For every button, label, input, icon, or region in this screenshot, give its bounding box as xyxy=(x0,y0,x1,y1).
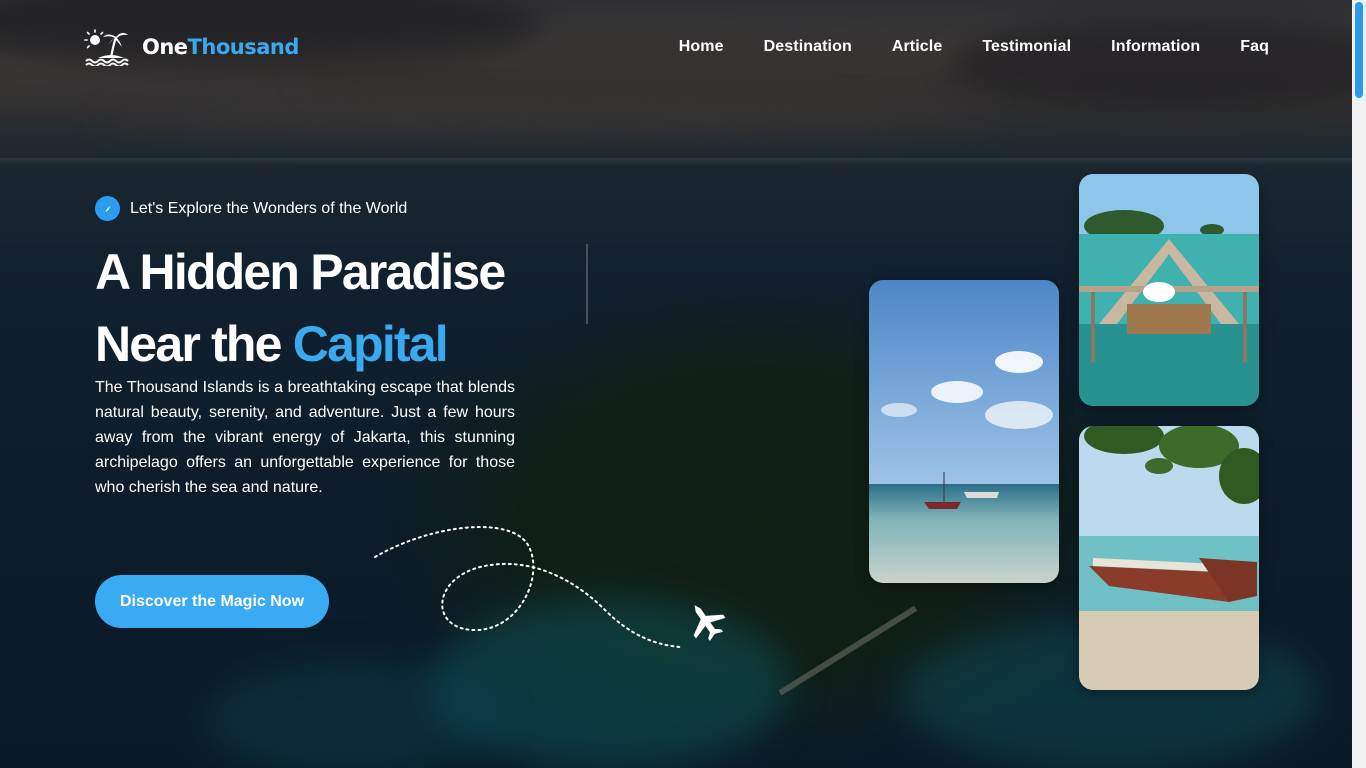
scrollbar[interactable] xyxy=(1352,0,1366,768)
airplane-icon xyxy=(693,605,726,641)
nav-faq[interactable]: Faq xyxy=(1240,38,1269,56)
nav-testimonial[interactable]: Testimonial xyxy=(982,38,1071,56)
nav-article[interactable]: Article xyxy=(892,38,943,56)
tagline-text: Let's Explore the Wonders of the World xyxy=(130,199,408,217)
compass-icon xyxy=(95,196,120,221)
brand-logo[interactable]: OneThousand xyxy=(84,28,299,68)
hero-title-highlight: Capital xyxy=(292,316,449,372)
island-pier-photo xyxy=(1079,174,1259,406)
hero-title-line2: Near the xyxy=(95,316,282,372)
beach-boats-photo xyxy=(869,280,1059,583)
island-palm-icon xyxy=(84,28,130,68)
hero-title-line1: A Hidden Paradise xyxy=(95,244,506,300)
moored-boats-photo xyxy=(1079,426,1259,690)
scrollbar-thumb[interactable] xyxy=(1355,2,1363,98)
nav-destination[interactable]: Destination xyxy=(764,38,852,56)
brand-name-part2: Thousand xyxy=(187,35,300,59)
hero-description: The Thousand Islands is a breathtaking e… xyxy=(95,379,515,496)
brand-name: OneThousand xyxy=(142,35,299,59)
top-navbar: OneThousand Home Destination Article Tes… xyxy=(84,24,1274,74)
hero-tagline: Let's Explore the Wonders of the World xyxy=(95,196,407,221)
brand-name-part1: One xyxy=(142,35,188,59)
flight-path-decoration xyxy=(374,526,726,648)
hero-title: A Hidden Paradise Near the Capital xyxy=(95,236,506,380)
nav-home[interactable]: Home xyxy=(679,38,724,56)
discover-button[interactable]: Discover the Magic Now xyxy=(95,575,329,628)
main-menu: Home Destination Article Testimonial Inf… xyxy=(679,38,1269,56)
nav-information[interactable]: Information xyxy=(1111,38,1200,56)
